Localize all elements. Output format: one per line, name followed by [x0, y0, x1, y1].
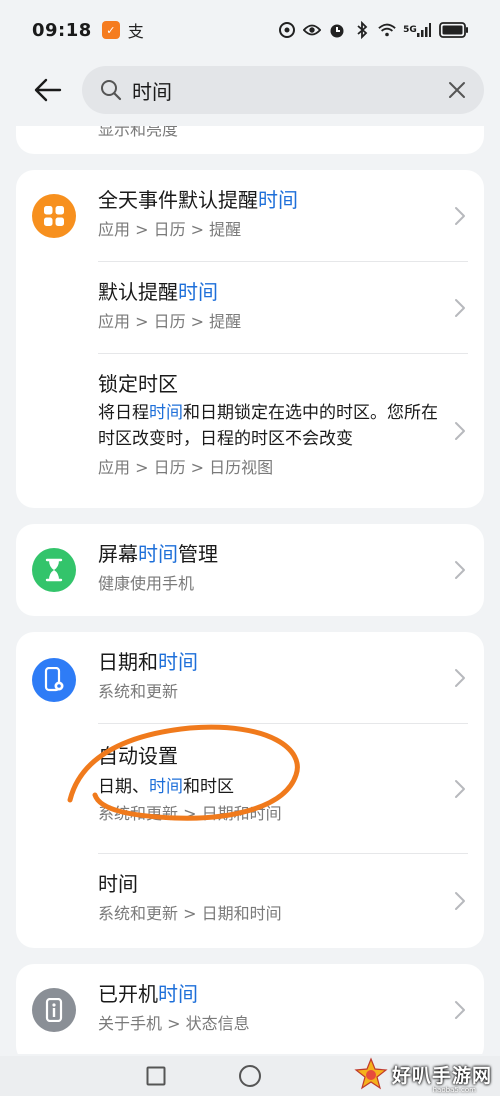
- back-button[interactable]: [22, 64, 74, 116]
- result-crumb: 健康使用手机: [98, 574, 195, 593]
- recents-button[interactable]: [144, 1064, 168, 1088]
- clear-icon[interactable]: [448, 81, 466, 99]
- result-item-auto-set[interactable]: 自动设置 日期、时间和时区 系统和更新 > 日期和时间: [16, 724, 484, 854]
- circle-icon: [239, 1065, 261, 1087]
- result-desc: 将日程时间和日期锁定在选中的时区。您所在时区改变时，日程的时区不会改变: [98, 403, 438, 449]
- result-title: 全天事件默认提醒时间: [98, 188, 298, 212]
- arrow-left-icon: [34, 78, 62, 102]
- wifi-icon: [378, 21, 396, 39]
- result-item-time[interactable]: 时间 系统和更新 > 日期和时间: [16, 854, 484, 948]
- result-crumb: 系统和更新 > 日期和时间: [98, 904, 282, 923]
- bluetooth-icon: [353, 21, 371, 39]
- result-crumb: 应用 > 日历 > 提醒: [98, 220, 242, 239]
- result-crumb: 显示和亮度: [98, 126, 179, 139]
- search-row: [0, 62, 500, 118]
- result-item-screen-time[interactable]: 屏幕时间管理 健康使用手机: [16, 524, 484, 616]
- result-title: 屏幕时间管理: [98, 542, 218, 566]
- result-desc: 日期、时间和时区: [98, 777, 234, 797]
- search-input[interactable]: [132, 78, 448, 102]
- chevron-right-icon: [455, 422, 465, 440]
- chevron-right-icon: [455, 669, 465, 687]
- result-card-about[interactable]: 已开机时间 关于手机 > 状态信息: [16, 964, 484, 1054]
- result-card-display[interactable]: 显示和亮度: [16, 126, 484, 154]
- watermark-text: 好叭手游网: [392, 1064, 493, 1087]
- eye-icon: [303, 21, 321, 39]
- result-title: 默认提醒时间: [98, 280, 218, 304]
- status-bar: 09:18 ✓ 支 5G: [0, 0, 500, 60]
- watermark-logo-icon: [354, 1057, 388, 1090]
- home-button[interactable]: [238, 1064, 262, 1088]
- result-card-calendar: 全天事件默认提醒时间 应用 > 日历 > 提醒 默认提醒时间 应用 > 日历 >…: [16, 170, 484, 508]
- alarm-icon: [328, 21, 346, 39]
- nfc-icon: [278, 21, 296, 39]
- results-list[interactable]: 显示和亮度 全天事件默认提醒时间 应用 > 日历 > 提醒 默认提醒时间 应用 …: [0, 126, 500, 1054]
- result-title: 日期和时间: [98, 650, 198, 674]
- result-item-lock-timezone[interactable]: 锁定时区 将日程时间和日期锁定在选中的时区。您所在时区改变时，日程的时区不会改变…: [16, 354, 484, 508]
- chevron-right-icon: [455, 299, 465, 317]
- app-badge-icon: ✓: [101, 21, 120, 39]
- watermark: 好叭手游网 haoba5.com: [348, 1052, 500, 1096]
- result-title: 时间: [98, 872, 138, 896]
- signal-icon: 5G: [403, 21, 431, 39]
- result-item-all-day-reminder[interactable]: 全天事件默认提醒时间 应用 > 日历 > 提醒: [16, 170, 484, 262]
- battery-icon: [438, 21, 470, 39]
- result-crumb: 系统和更新 > 日期和时间: [98, 804, 282, 823]
- result-crumb: 应用 > 日历 > 提醒: [98, 312, 242, 331]
- chevron-right-icon: [455, 780, 465, 798]
- result-title: 锁定时区: [98, 372, 178, 396]
- network-type-label: 5G: [403, 25, 417, 35]
- chevron-right-icon: [455, 561, 465, 579]
- search-box[interactable]: [82, 66, 484, 114]
- chevron-right-icon: [455, 1001, 465, 1019]
- chevron-right-icon: [455, 892, 465, 910]
- result-crumb: 系统和更新: [98, 682, 179, 701]
- result-card-system: 日期和时间 系统和更新 自动设置 日期、时间和时区 系统和更新 > 日期和时间 …: [16, 632, 484, 948]
- result-title: 自动设置: [98, 744, 178, 768]
- result-item-uptime[interactable]: 已开机时间 关于手机 > 状态信息: [16, 964, 484, 1054]
- result-item-default-reminder[interactable]: 默认提醒时间 应用 > 日历 > 提醒: [16, 262, 484, 354]
- search-icon: [101, 80, 122, 101]
- chevron-right-icon: [455, 207, 465, 225]
- result-card-screen-time[interactable]: 屏幕时间管理 健康使用手机: [16, 524, 484, 616]
- result-title: 已开机时间: [98, 982, 198, 1006]
- result-item-display[interactable]: 显示和亮度: [16, 126, 484, 140]
- result-item-date-time[interactable]: 日期和时间 系统和更新: [16, 632, 484, 724]
- square-icon: [146, 1066, 166, 1086]
- watermark-subtext: haoba5.com: [432, 1086, 476, 1094]
- alipay-icon: 支: [127, 22, 144, 41]
- result-crumb: 应用 > 日历 > 日历视图: [98, 458, 274, 477]
- status-time: 09:18: [32, 19, 92, 41]
- result-crumb: 关于手机 > 状态信息: [98, 1014, 250, 1033]
